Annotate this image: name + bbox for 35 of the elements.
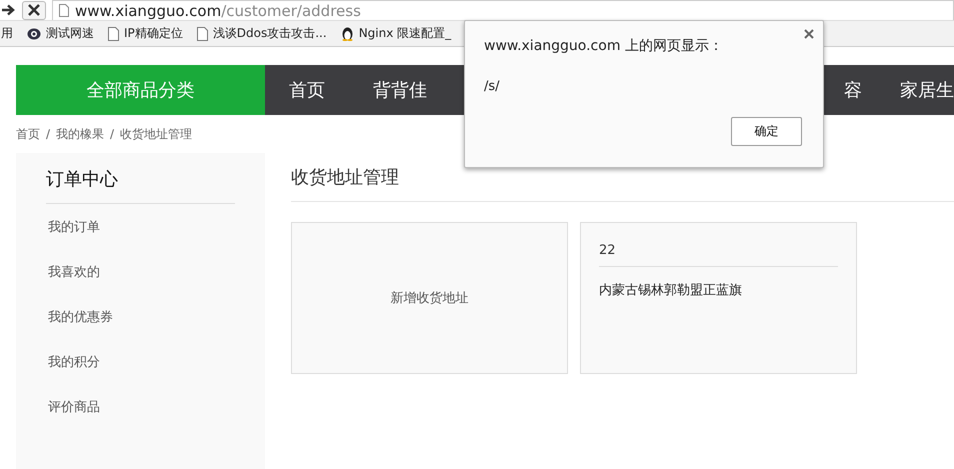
breadcrumb-link[interactable]: 我的橡果 (56, 126, 104, 142)
breadcrumb-separator: / (46, 127, 50, 141)
eye-icon (27, 28, 41, 40)
sidebar-item[interactable]: 我的优惠券 (46, 294, 235, 339)
bookmark-item[interactable]: IP精确定位 (108, 25, 183, 42)
stop-button[interactable] (22, 0, 46, 20)
close-icon[interactable] (804, 29, 814, 39)
breadcrumb-separator: / (110, 127, 114, 141)
sidebar-item[interactable]: 我的积分 (46, 339, 235, 384)
breadcrumb-link[interactable]: 收货地址管理 (120, 126, 192, 142)
bookmark-item[interactable]: 测试网速 (27, 25, 94, 42)
close-icon (28, 4, 40, 16)
dialog-message: /s/ (484, 79, 500, 94)
dialog-title: www.xiangguo.com 上的网页显示： (484, 37, 723, 55)
page-icon (196, 26, 208, 40)
sidebar-item[interactable]: 评价商品 (46, 384, 235, 429)
address-card[interactable]: 22 内蒙古锡林郭勒盟正蓝旗 (580, 222, 857, 374)
sidebar-item[interactable]: 我的订单 (46, 204, 235, 249)
bookmark-item[interactable]: 用 (1, 25, 13, 42)
nav-item[interactable]: 容 (844, 78, 862, 102)
add-address-card[interactable]: 新增收货地址 (291, 222, 568, 374)
ok-button[interactable]: 确定 (731, 117, 802, 146)
nav-item[interactable]: 首页 (265, 65, 349, 115)
nav-item[interactable]: 背背佳 (349, 65, 451, 115)
forward-arrow-icon[interactable] (2, 4, 16, 16)
nav-item[interactable]: 家居生 (900, 78, 954, 102)
penguin-icon (340, 26, 354, 41)
address-text: 内蒙古锡林郭勒盟正蓝旗 (599, 282, 743, 299)
page-icon (108, 26, 119, 40)
bookmark-item[interactable]: 浅谈Ddos攻击攻击... (196, 25, 327, 42)
sidebar-item[interactable]: 我喜欢的 (46, 249, 235, 294)
breadcrumb-link[interactable]: 首页 (16, 126, 40, 142)
recipient-name: 22 (599, 243, 838, 267)
sidebar-heading: 订单中心 (46, 167, 235, 204)
bookmark-item[interactable]: Nginx 限速配置_ (340, 25, 452, 42)
